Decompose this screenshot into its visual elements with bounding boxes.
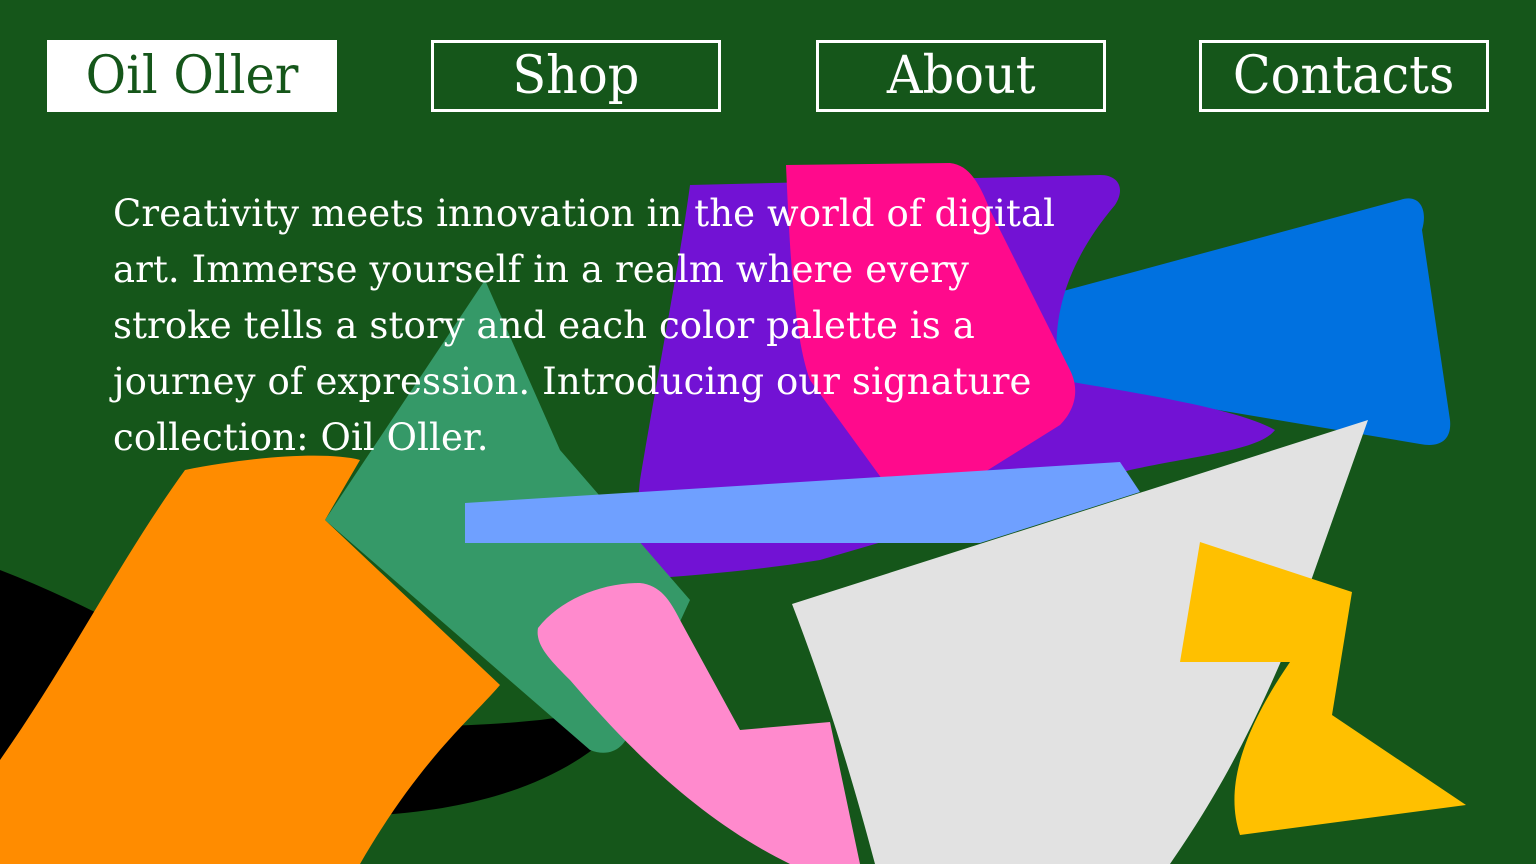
brand-logo-link[interactable]: Oil Oller bbox=[47, 40, 337, 112]
nav-about-label: About bbox=[886, 46, 1036, 106]
nav-contacts-label: Contacts bbox=[1233, 46, 1455, 106]
nav-shop-label: Shop bbox=[512, 46, 640, 106]
intro-paragraph: Creativity meets innovation in the world… bbox=[113, 192, 1056, 459]
nav-contacts-link[interactable]: Contacts bbox=[1199, 40, 1489, 112]
nav-shop-link[interactable]: Shop bbox=[431, 40, 721, 112]
brand-label: Oil Oller bbox=[85, 46, 299, 106]
nav-about-link[interactable]: About bbox=[816, 40, 1106, 112]
